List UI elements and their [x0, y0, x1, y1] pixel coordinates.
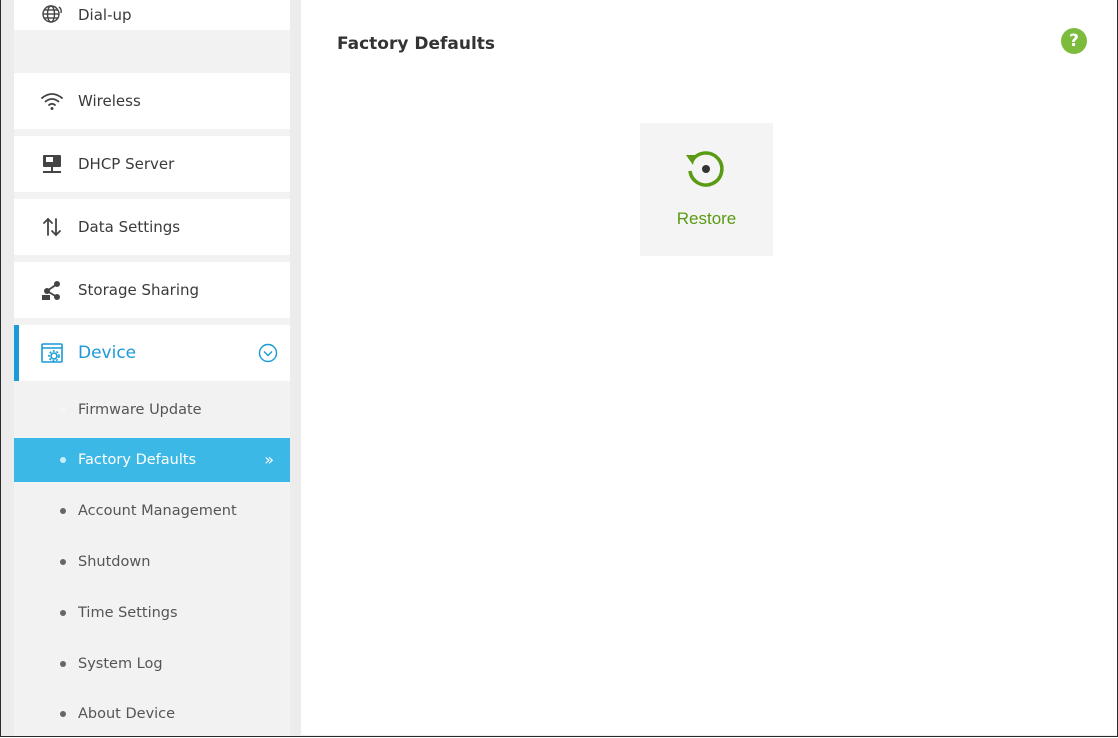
share-icon [40, 279, 64, 301]
sidebar-item-label: DHCP Server [78, 155, 175, 173]
double-chevron-right-icon: » [264, 450, 274, 469]
globe-icon [40, 4, 64, 26]
restore-label: Restore [676, 209, 737, 228]
page-title: Factory Defaults [337, 34, 496, 54]
bullet-icon [60, 559, 66, 565]
chevron-down-icon[interactable] [258, 343, 278, 368]
sidebar-subitem-factory-defaults[interactable]: Factory Defaults » [14, 438, 290, 482]
sidebar-item-label: Storage Sharing [78, 281, 200, 299]
bullet-icon [60, 457, 66, 463]
sidebar-subitem-label: Firmware Update [78, 402, 202, 418]
sidebar-subitem-label: Time Settings [78, 605, 178, 621]
sidebar-subitem-label: About Device [78, 706, 176, 722]
data-arrows-icon [40, 216, 64, 238]
sidebar-subitem-system-log[interactable]: System Log [14, 642, 290, 686]
sidebar-subitem-label: Factory Defaults [78, 452, 197, 468]
sidebar: Dial-up Wireless DHCP Server Data Settin… [14, 0, 290, 736]
sidebar-subitem-label: System Log [78, 656, 163, 672]
sidebar-subitem-about-device[interactable]: About Device [14, 692, 290, 736]
sidebar-item-label: Wireless [78, 92, 141, 110]
sidebar-item-label: Data Settings [78, 218, 181, 236]
sidebar-subitem-time-settings[interactable]: Time Settings [14, 591, 290, 635]
sidebar-item-data-settings[interactable]: Data Settings [14, 199, 290, 255]
sidebar-subitem-label: Shutdown [78, 554, 151, 570]
bullet-icon [60, 407, 66, 413]
sidebar-item-wireless[interactable]: Wireless [14, 73, 290, 129]
sidebar-subitem-label: Account Management [78, 503, 237, 519]
sidebar-subitem-account-management[interactable]: Account Management [14, 489, 290, 533]
restore-button[interactable]: Restore [640, 123, 773, 256]
bullet-icon [60, 610, 66, 616]
device-settings-icon [40, 342, 64, 364]
sidebar-item-label: Device [78, 343, 137, 363]
sidebar-item-storage-sharing[interactable]: Storage Sharing [14, 262, 290, 318]
sidebar-item-dial-up[interactable]: Dial-up [14, 0, 290, 30]
bullet-icon [60, 661, 66, 667]
app-frame: Dial-up Wireless DHCP Server Data Settin… [0, 0, 1118, 737]
help-icon[interactable]: ? [1061, 28, 1087, 54]
main-panel: Factory Defaults ? Restore [301, 0, 1117, 735]
sidebar-subitem-firmware-update[interactable]: Firmware Update [14, 388, 290, 432]
restore-icon [684, 147, 728, 195]
bullet-icon [60, 711, 66, 717]
dhcp-server-icon [40, 153, 64, 175]
sidebar-subitem-shutdown[interactable]: Shutdown [14, 540, 290, 584]
bullet-icon [60, 508, 66, 514]
sidebar-item-dhcp-server[interactable]: DHCP Server [14, 136, 290, 192]
sidebar-item-label: Dial-up [78, 6, 132, 24]
sidebar-item-device[interactable]: Device [14, 325, 290, 381]
wifi-icon [40, 90, 64, 112]
